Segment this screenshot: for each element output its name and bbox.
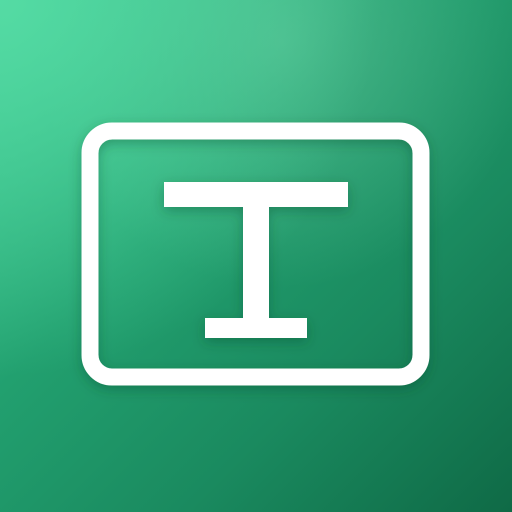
cursor-stem: [243, 207, 269, 319]
cursor-top-bar: [164, 182, 348, 207]
cursor-bottom-bar: [205, 318, 307, 338]
text-cursor-glyph: [164, 182, 348, 338]
app-icon-background: [0, 0, 512, 512]
text-field-icon: [81, 122, 430, 386]
